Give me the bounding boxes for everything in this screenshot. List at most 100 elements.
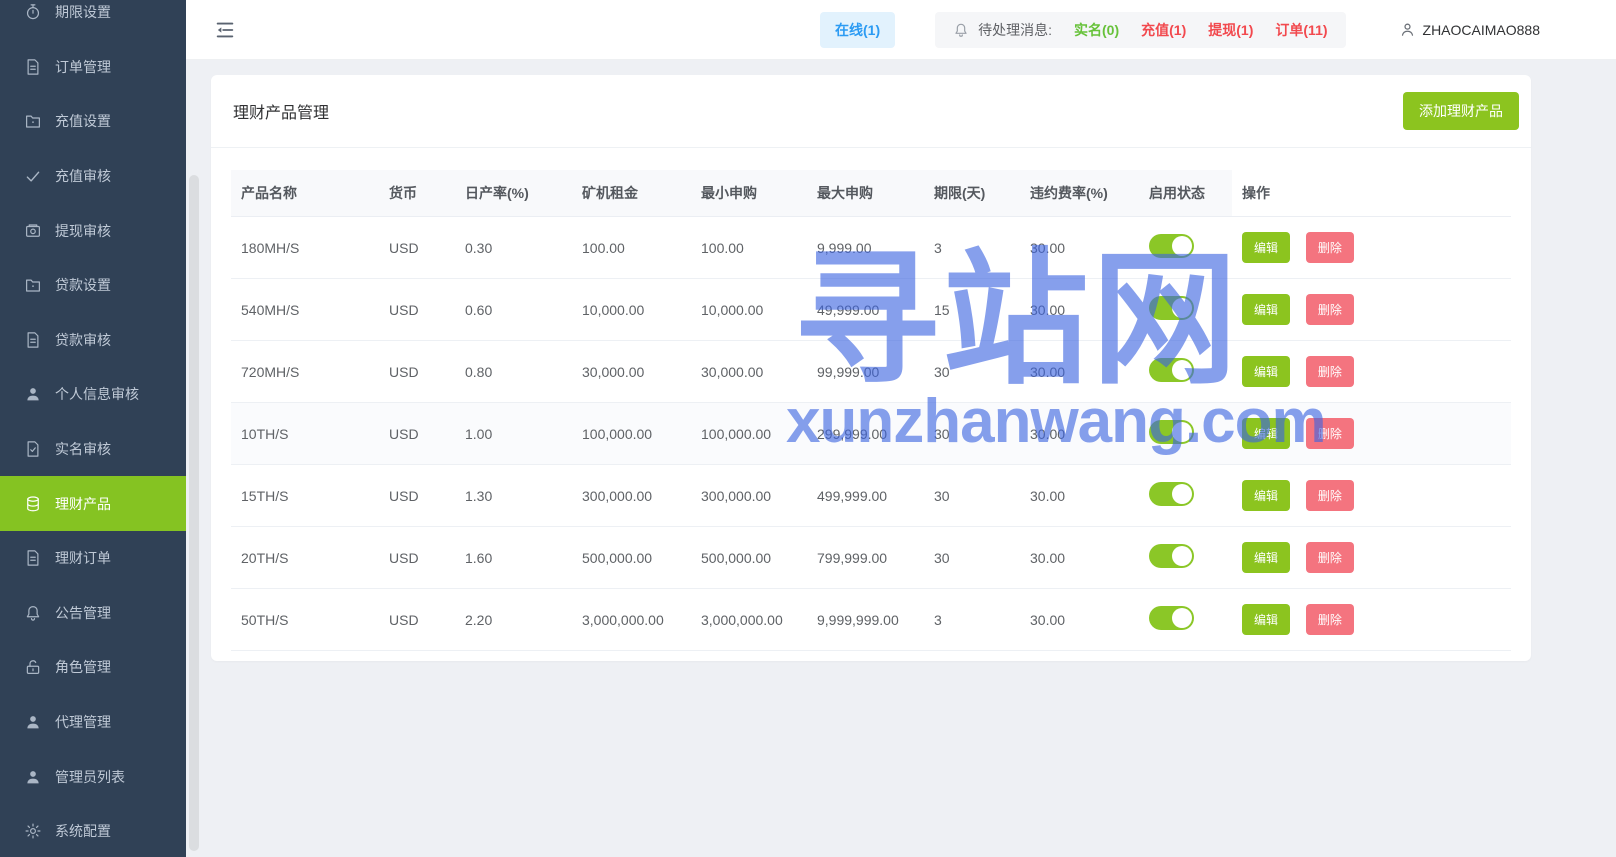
timer-icon bbox=[24, 3, 42, 21]
sidebar-item-loan-settings[interactable]: 贷款设置 bbox=[0, 258, 186, 313]
delete-button[interactable]: 删除 bbox=[1305, 356, 1354, 387]
cell-rent: 10,000.00 bbox=[572, 278, 691, 341]
check-icon bbox=[24, 167, 42, 185]
cell-product-name: 20TH/S bbox=[231, 526, 379, 589]
cell-currency: USD bbox=[379, 278, 455, 341]
edit-button[interactable]: 编辑 bbox=[1242, 356, 1291, 387]
table-header-row: 产品名称 货币 日产率(%) 矿机租金 最小申购 最大申购 期限(天) 违约费率… bbox=[231, 170, 1511, 217]
enable-toggle[interactable] bbox=[1149, 296, 1194, 320]
delete-button[interactable]: 删除 bbox=[1305, 480, 1354, 511]
cell-max: 499,999.00 bbox=[807, 464, 924, 527]
sidebar-item-order-management[interactable]: 订单管理 bbox=[0, 40, 186, 95]
edit-button[interactable]: 编辑 bbox=[1242, 604, 1291, 635]
sidebar-item-admin-list[interactable]: 管理员列表 bbox=[0, 749, 186, 804]
sidebar-item-role-management[interactable]: 角色管理 bbox=[0, 640, 186, 695]
cell-penalty: 30.00 bbox=[1020, 588, 1139, 651]
sidebar-item-personal-info-review[interactable]: 个人信息审核 bbox=[0, 367, 186, 422]
online-badge[interactable]: 在线(1) bbox=[820, 11, 896, 48]
cell-min: 3,000,000.00 bbox=[691, 588, 807, 651]
cell-rent: 30,000.00 bbox=[572, 340, 691, 403]
sidebar-item-withdrawal-review[interactable]: 提现审核 bbox=[0, 203, 186, 258]
file-icon bbox=[24, 549, 42, 567]
folder-icon bbox=[24, 276, 42, 294]
cell-min: 100,000.00 bbox=[691, 402, 807, 465]
delete-button[interactable]: 删除 bbox=[1305, 294, 1354, 325]
enable-toggle[interactable] bbox=[1149, 544, 1194, 568]
cell-days: 30 bbox=[924, 340, 1020, 403]
sidebar-item-label: 充值审核 bbox=[55, 168, 111, 185]
cell-currency: USD bbox=[379, 588, 455, 651]
gear-icon bbox=[24, 822, 42, 840]
enable-toggle[interactable] bbox=[1149, 234, 1194, 258]
sidebar-item-realname-review[interactable]: 实名审核 bbox=[0, 422, 186, 477]
sidebar-item-recharge-review[interactable]: 充值审核 bbox=[0, 149, 186, 204]
pending-messages-label-group: 待处理消息: bbox=[953, 20, 1052, 40]
sidebar-item-loan-review[interactable]: 贷款审核 bbox=[0, 313, 186, 368]
pending-withdrawal-link[interactable]: 提现(1) bbox=[1208, 20, 1253, 40]
sidebar-item-recharge-settings[interactable]: 充值设置 bbox=[0, 94, 186, 149]
username: ZHAOCAIMAO888 bbox=[1422, 21, 1540, 38]
add-product-button[interactable]: 添加理财产品 bbox=[1403, 92, 1519, 130]
wallet-icon bbox=[24, 222, 42, 240]
cell-penalty: 30.00 bbox=[1020, 216, 1139, 279]
col-product-name: 产品名称 bbox=[231, 170, 379, 217]
pending-messages-bar: 待处理消息: 实名(0) 充值(1) 提现(1) 订单(11) bbox=[935, 11, 1346, 48]
sidebar-item-label: 期限设置 bbox=[55, 4, 111, 21]
pending-orders-link[interactable]: 订单(11) bbox=[1275, 20, 1327, 40]
file-icon bbox=[24, 58, 42, 76]
cell-daily-rate: 0.30 bbox=[455, 216, 572, 279]
pending-messages-label: 待处理消息: bbox=[978, 21, 1053, 38]
edit-button[interactable]: 编辑 bbox=[1242, 542, 1291, 573]
sidebar-item-label: 贷款审核 bbox=[55, 331, 111, 348]
user-menu[interactable]: ZHAOCAIMAO888 bbox=[1399, 21, 1540, 38]
sidebar-item-system-config[interactable]: 系统配置 bbox=[0, 804, 186, 857]
toggle-knob bbox=[1172, 546, 1192, 566]
delete-button[interactable]: 删除 bbox=[1305, 232, 1354, 263]
delete-button[interactable]: 删除 bbox=[1305, 542, 1354, 573]
cell-min: 300,000.00 bbox=[691, 464, 807, 527]
delete-button[interactable]: 删除 bbox=[1305, 604, 1354, 635]
delete-button[interactable]: 删除 bbox=[1305, 418, 1354, 449]
pending-recharge-link[interactable]: 充值(1) bbox=[1141, 20, 1186, 40]
enable-toggle[interactable] bbox=[1149, 482, 1194, 506]
wealth-products-card: 理财产品管理 添加理财产品 产品名称 货币 日产率(%) 矿机租金 最小申购 最… bbox=[211, 75, 1531, 661]
cell-currency: USD bbox=[379, 526, 455, 589]
cell-days: 15 bbox=[924, 278, 1020, 341]
sidebar-item-agent-management[interactable]: 代理管理 bbox=[0, 695, 186, 750]
sidebar: 期限设置 订单管理 充值设置 充值审核 提现审核 贷款设置 贷款审核 个人信息审… bbox=[0, 0, 186, 857]
sidebar-item-announcement-management[interactable]: 公告管理 bbox=[0, 586, 186, 641]
cell-currency: USD bbox=[379, 340, 455, 403]
col-daily-rate: 日产率(%) bbox=[455, 170, 572, 217]
sidebar-item-label: 系统配置 bbox=[55, 823, 111, 840]
file-check-icon bbox=[24, 440, 42, 458]
product-table-body: 180MH/S USD 0.30 100.00 100.00 9,999.00 … bbox=[231, 216, 1511, 651]
edit-button[interactable]: 编辑 bbox=[1242, 418, 1291, 449]
col-min: 最小申购 bbox=[691, 170, 807, 217]
menu-fold-icon[interactable] bbox=[214, 19, 236, 41]
sidebar-item-label: 公告管理 bbox=[55, 604, 111, 621]
edit-button[interactable]: 编辑 bbox=[1242, 232, 1291, 263]
cell-min: 500,000.00 bbox=[691, 526, 807, 589]
cell-days: 30 bbox=[924, 526, 1020, 589]
pending-realname-link[interactable]: 实名(0) bbox=[1074, 20, 1119, 40]
enable-toggle[interactable] bbox=[1149, 358, 1194, 382]
sidebar-menu: 期限设置 订单管理 充值设置 充值审核 提现审核 贷款设置 贷款审核 个人信息审… bbox=[0, 0, 186, 857]
enable-toggle[interactable] bbox=[1149, 420, 1194, 444]
col-penalty: 违约费率(%) bbox=[1020, 170, 1139, 217]
bell-icon bbox=[953, 22, 969, 38]
edit-button[interactable]: 编辑 bbox=[1242, 480, 1291, 511]
table-row: 20TH/S USD 1.60 500,000.00 500,000.00 79… bbox=[231, 526, 1511, 589]
cell-penalty: 30.00 bbox=[1020, 340, 1139, 403]
cell-product-name: 50TH/S bbox=[231, 588, 379, 651]
sidebar-item-label: 管理员列表 bbox=[55, 768, 125, 785]
sidebar-item-term-settings[interactable]: 期限设置 bbox=[0, 0, 186, 40]
sidebar-item-wealth-orders[interactable]: 理财订单 bbox=[0, 531, 186, 586]
sidebar-item-wealth-products[interactable]: 理财产品 bbox=[0, 476, 186, 531]
cell-penalty: 30.00 bbox=[1020, 402, 1139, 465]
col-max: 最大申购 bbox=[807, 170, 924, 217]
sidebar-scrollbar[interactable] bbox=[189, 175, 199, 851]
enable-toggle[interactable] bbox=[1149, 606, 1194, 630]
toggle-knob bbox=[1172, 360, 1192, 380]
edit-button[interactable]: 编辑 bbox=[1242, 294, 1291, 325]
col-rent: 矿机租金 bbox=[572, 170, 691, 217]
